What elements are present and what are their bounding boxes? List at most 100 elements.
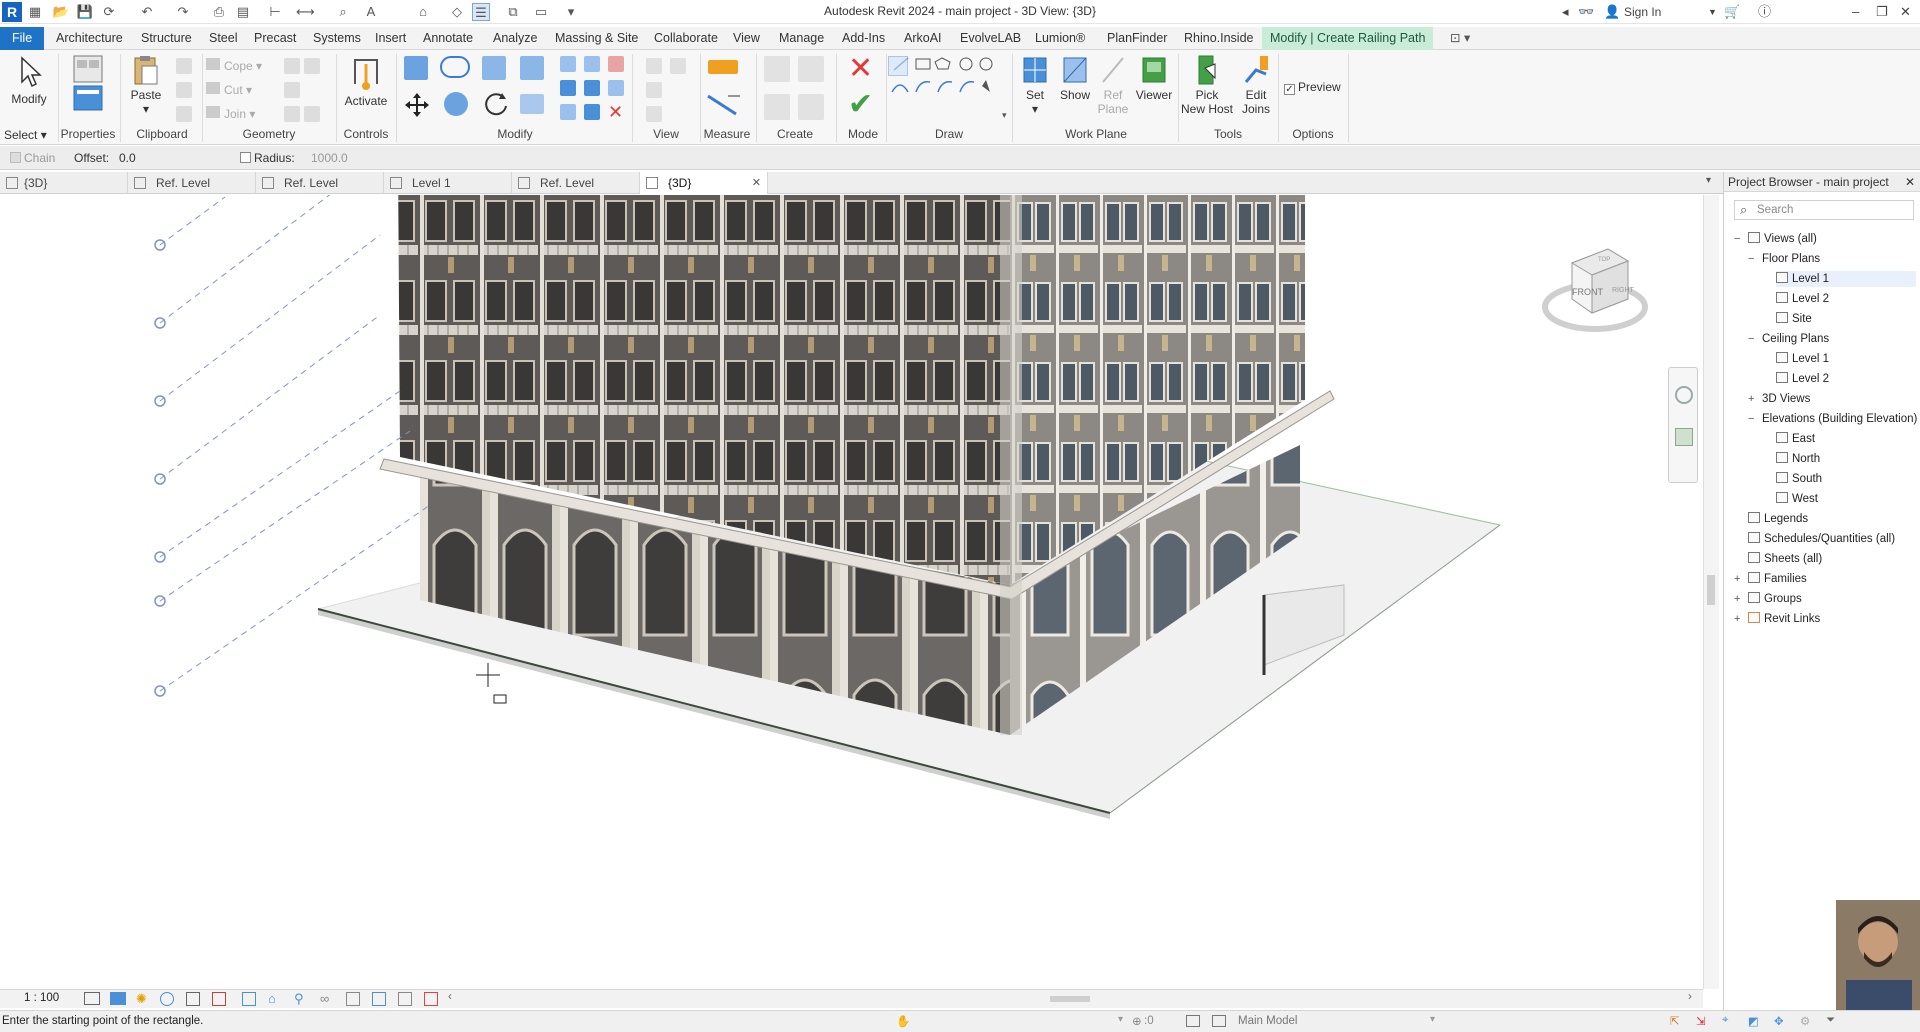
tab-add-ins[interactable]: Add-Ins xyxy=(838,27,889,50)
offset-icon[interactable] xyxy=(440,56,470,78)
expand-icon[interactable]: + xyxy=(1734,611,1744,627)
cart-icon[interactable]: 🛒 xyxy=(1724,3,1740,21)
view-tab-ref-level-2[interactable]: Ref. Level xyxy=(256,172,384,194)
workset-dropdown-icon[interactable]: ▾ xyxy=(1118,1014,1123,1025)
align-icon[interactable] xyxy=(404,56,428,80)
export-icon[interactable]: ▤ xyxy=(234,3,252,21)
worksets-icon[interactable]: ✋ xyxy=(896,1014,910,1028)
tab-options-icon[interactable]: ⊡ ▾ xyxy=(1446,27,1474,50)
view-tool-2-icon[interactable] xyxy=(670,58,686,74)
highlight-displacement-icon[interactable] xyxy=(424,992,438,1006)
view-tool-4-icon[interactable] xyxy=(646,106,662,122)
copy-icon[interactable] xyxy=(444,92,468,116)
section-icon[interactable]: ◇ xyxy=(448,3,466,21)
tag-icon[interactable]: ⌕ xyxy=(334,3,352,21)
unpin-icon[interactable] xyxy=(608,56,624,72)
default-3d-icon[interactable]: ⌂ xyxy=(414,3,432,21)
rotate-icon[interactable] xyxy=(482,90,510,118)
viewcube[interactable]: FRONT RIGHT TOP xyxy=(1540,235,1650,345)
geometry-tool-5-icon[interactable] xyxy=(304,106,320,122)
search-left-icon[interactable]: ◂ xyxy=(1562,3,1569,21)
select-pinned-icon[interactable]: ⌖ xyxy=(1722,1014,1728,1027)
visual-style-icon[interactable] xyxy=(110,992,126,1005)
tree-legends[interactable]: Legends xyxy=(1748,511,1808,527)
tab-architecture[interactable]: Architecture xyxy=(52,27,127,50)
create-similar-icon[interactable] xyxy=(764,56,790,82)
customize-qat-icon[interactable]: ▾ xyxy=(562,3,580,21)
tree-elev-north[interactable]: North xyxy=(1776,451,1820,467)
properties-button[interactable] xyxy=(62,54,114,116)
redo-icon[interactable]: ↷ xyxy=(174,3,192,21)
minimize-icon[interactable]: – xyxy=(1852,3,1859,21)
model-dropdown-icon[interactable]: ▾ xyxy=(1430,1014,1435,1025)
tree-elev-south[interactable]: South xyxy=(1776,471,1822,487)
array-icon[interactable] xyxy=(560,80,576,96)
tree-elev-east[interactable]: East xyxy=(1776,431,1815,447)
tab-systems[interactable]: Systems xyxy=(309,27,365,50)
offset-small-icon[interactable] xyxy=(584,104,600,120)
tree-views-all[interactable]: − Views (all) xyxy=(1734,231,1817,247)
geometry-tool-1-icon[interactable] xyxy=(284,58,300,74)
radius-input[interactable]: 1000.0 xyxy=(306,149,394,167)
tree-revit-links[interactable]: + Revit Links xyxy=(1734,611,1820,627)
trim-multi-icon[interactable] xyxy=(560,104,576,120)
expand-icon[interactable]: + xyxy=(1748,391,1758,407)
cut-clipboard-icon[interactable] xyxy=(176,58,192,74)
vertical-scroll-thumb[interactable] xyxy=(1707,575,1715,605)
home-icon[interactable]: ▦ xyxy=(26,3,44,21)
geometry-tool-2-icon[interactable] xyxy=(304,58,320,74)
viewer-button[interactable]: Viewer xyxy=(1134,54,1174,102)
vertical-scrollbar[interactable] xyxy=(1703,195,1719,989)
rendering-icon[interactable] xyxy=(186,992,200,1006)
measure-icon[interactable]: ⊢ xyxy=(266,3,284,21)
move-icon[interactable] xyxy=(404,92,430,118)
close-hidden-icon[interactable]: ⧉ xyxy=(504,3,522,21)
tree-elevations[interactable]: − Elevations (Building Elevation) xyxy=(1748,411,1917,427)
set-work-plane-button[interactable]: Set ▾ xyxy=(1016,54,1054,116)
tab-steel[interactable]: Steel xyxy=(205,27,242,50)
select-by-face-icon[interactable]: ◩ xyxy=(1748,1014,1759,1028)
tree-ceiling-level-2[interactable]: Level 2 xyxy=(1776,371,1829,387)
mirror-draw-icon[interactable] xyxy=(520,56,544,80)
pick-new-host-button[interactable]: Pick New Host xyxy=(1180,54,1234,116)
create-parts-icon[interactable] xyxy=(798,94,824,120)
tree-floor-level-2[interactable]: Level 2 xyxy=(1776,291,1829,307)
tab-lumion[interactable]: Lumion® xyxy=(1031,27,1089,50)
tab-collaborate[interactable]: Collaborate xyxy=(650,27,722,50)
tab-modify-create-railing-path[interactable]: Modify | Create Railing Path xyxy=(1262,27,1434,50)
tab-rhino-inside[interactable]: Rhino.Inside xyxy=(1180,27,1258,50)
horizontal-scroll-thumb[interactable] xyxy=(1050,996,1090,1002)
open-icon[interactable]: 📂 xyxy=(52,3,70,21)
geometry-tool-3-icon[interactable] xyxy=(284,82,300,98)
user-icon[interactable]: 👤 xyxy=(1604,3,1620,21)
radius-checkbox[interactable]: Radius: xyxy=(240,150,295,166)
undo-icon[interactable]: ↶ xyxy=(138,3,156,21)
line-tool-button[interactable] xyxy=(888,56,908,76)
close-tab-icon[interactable]: ✕ xyxy=(752,172,761,194)
save-icon[interactable]: 💾 xyxy=(76,3,94,21)
thin-lines-icon[interactable]: ☰ xyxy=(472,3,490,21)
worksharing-display-icon[interactable] xyxy=(372,992,386,1006)
activate-button[interactable]: Activate xyxy=(340,54,392,108)
tab-structure[interactable]: Structure xyxy=(137,27,196,50)
draw-expand-icon[interactable]: ▾ xyxy=(1002,110,1007,121)
scale-icon[interactable] xyxy=(584,80,600,96)
close-browser-icon[interactable]: ✕ xyxy=(1905,172,1915,192)
design-option-name[interactable]: Main Model xyxy=(1238,1015,1297,1027)
trim-extend-icon[interactable] xyxy=(520,94,544,114)
tab-evolvelab[interactable]: EvolveLAB xyxy=(956,27,1025,50)
preview-checkbox[interactable]: ✓ Preview xyxy=(1284,80,1341,95)
restore-icon[interactable]: ❐ xyxy=(1876,3,1888,21)
tab-massing-site[interactable]: Massing & Site xyxy=(551,27,642,50)
tab-manage[interactable]: Manage xyxy=(775,27,828,50)
lock-3d-view-icon[interactable]: ⌂ xyxy=(268,991,276,1006)
select-links-icon[interactable]: ⇱ xyxy=(1670,1014,1680,1028)
temp-view-props-icon[interactable] xyxy=(346,992,360,1006)
match-type-icon[interactable] xyxy=(176,106,192,122)
close-icon[interactable]: ✕ xyxy=(1900,3,1911,21)
tree-3d-views[interactable]: +3D Views xyxy=(1748,391,1810,407)
shadows-icon[interactable] xyxy=(160,992,174,1006)
show-work-plane-button[interactable]: Show xyxy=(1056,54,1094,102)
switch-windows-icon[interactable]: ▭ xyxy=(532,3,550,21)
tab-analyze[interactable]: Analyze xyxy=(489,27,541,50)
